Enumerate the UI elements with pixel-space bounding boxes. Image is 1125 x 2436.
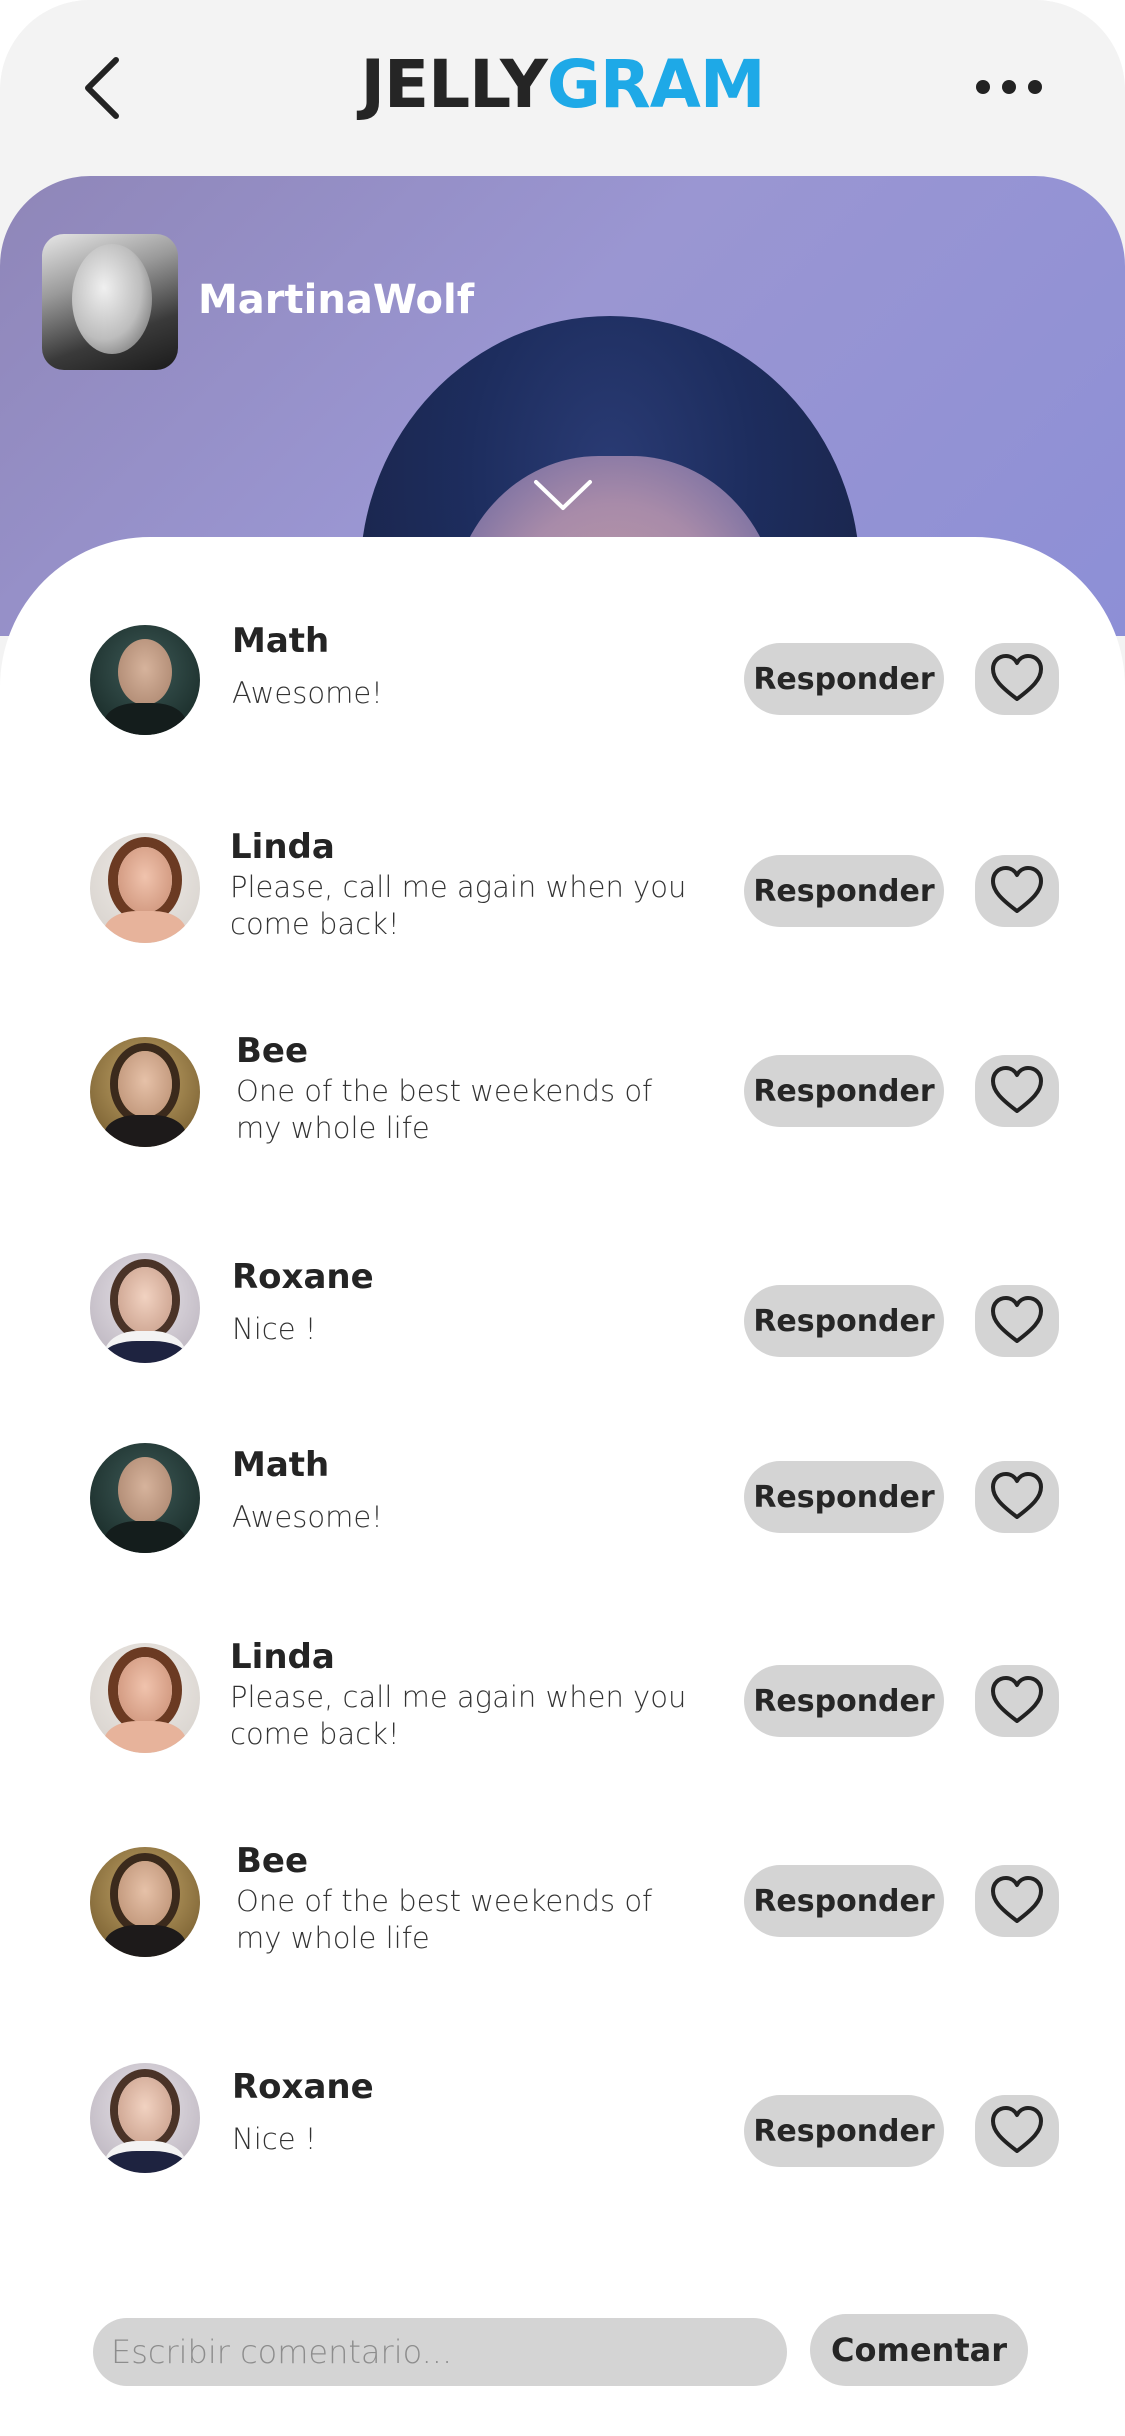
comment-item: Linda Please, call me again when you com… xyxy=(0,825,1125,975)
chevron-down-icon xyxy=(534,480,592,510)
heart-icon xyxy=(991,2106,1043,2153)
comment-item: Bee One of the best weekends of my whole… xyxy=(0,1839,1125,1989)
like-button[interactable] xyxy=(975,855,1059,927)
heart-icon xyxy=(991,866,1043,913)
commenter-avatar[interactable] xyxy=(90,1037,200,1147)
comment-text: Nice ! xyxy=(232,1312,317,1346)
comment-content: Bee One of the best weekends of my whole… xyxy=(236,1839,706,1957)
commenter-name: Linda xyxy=(230,827,335,867)
comment-content: Roxane Nice ! xyxy=(232,2065,702,2158)
commenter-name: Roxane xyxy=(232,1257,374,1297)
submit-comment-button[interactable]: Comentar xyxy=(810,2314,1028,2386)
reply-button[interactable]: Responder xyxy=(744,855,944,927)
commenter-name: Roxane xyxy=(232,2067,374,2107)
comment-text: Nice ! xyxy=(232,2122,317,2156)
collapse-button[interactable] xyxy=(532,476,594,516)
like-button[interactable] xyxy=(975,1055,1059,1127)
commenter-name: Math xyxy=(232,621,330,661)
reply-button[interactable]: Responder xyxy=(744,1285,944,1357)
heart-icon xyxy=(991,1472,1043,1519)
comment-item: Math Awesome! Responder xyxy=(0,1443,1125,1593)
commenter-avatar[interactable] xyxy=(90,1643,200,1753)
comment-text: Please, call me again when you come back… xyxy=(230,870,687,941)
comment-item: Linda Please, call me again when you com… xyxy=(0,1635,1125,1785)
reply-button[interactable]: Responder xyxy=(744,2095,944,2167)
reply-button[interactable]: Responder xyxy=(744,1665,944,1737)
commenter-avatar[interactable] xyxy=(90,1847,200,1957)
commenter-name: Math xyxy=(232,1445,330,1485)
comment-text: Awesome! xyxy=(232,676,383,710)
comment-content: Linda Please, call me again when you com… xyxy=(230,1635,700,1753)
reply-button[interactable]: Responder xyxy=(744,1461,944,1533)
like-button[interactable] xyxy=(975,1461,1059,1533)
comment-text: One of the best weekends of my whole lif… xyxy=(236,1884,653,1955)
commenter-name: Bee xyxy=(236,1031,309,1071)
screen: JELLYGRAM MartinaWolf Math Awesome! Resp… xyxy=(0,0,1125,2436)
author-avatar[interactable] xyxy=(42,234,178,370)
comment-item: Bee One of the best weekends of my whole… xyxy=(0,1029,1125,1179)
commenter-avatar[interactable] xyxy=(90,1253,200,1363)
more-options-button[interactable] xyxy=(973,70,1045,104)
like-button[interactable] xyxy=(975,1285,1059,1357)
commenter-avatar[interactable] xyxy=(90,2063,200,2173)
reply-button[interactable]: Responder xyxy=(744,1865,944,1937)
heart-icon xyxy=(991,1066,1043,1113)
comment-text: Awesome! xyxy=(232,1500,383,1534)
comments-panel: Math Awesome! Responder Linda Please, ca… xyxy=(0,537,1125,2436)
comment-composer: Comentar xyxy=(0,2310,1125,2390)
author-username[interactable]: MartinaWolf xyxy=(198,272,474,328)
like-button[interactable] xyxy=(975,1865,1059,1937)
commenter-avatar[interactable] xyxy=(90,625,200,735)
comment-item: Roxane Nice ! Responder xyxy=(0,1253,1125,1405)
heart-icon xyxy=(991,654,1043,701)
comment-content: Linda Please, call me again when you com… xyxy=(230,825,700,943)
reply-button[interactable]: Responder xyxy=(744,1055,944,1127)
app-header: JELLYGRAM xyxy=(0,0,1125,176)
more-horizontal-icon xyxy=(976,80,1042,94)
like-button[interactable] xyxy=(975,1665,1059,1737)
comment-text: One of the best weekends of my whole lif… xyxy=(236,1074,653,1145)
commenter-name: Linda xyxy=(230,1637,335,1677)
comment-item: Math Awesome! Responder xyxy=(0,619,1125,769)
comment-input[interactable] xyxy=(93,2318,787,2386)
heart-icon xyxy=(991,1676,1043,1723)
app-logo: JELLYGRAM xyxy=(0,44,1125,126)
comment-content: Roxane Nice ! xyxy=(232,1255,702,1348)
like-button[interactable] xyxy=(975,2095,1059,2167)
like-button[interactable] xyxy=(975,643,1059,715)
comment-item: Roxane Nice ! Responder xyxy=(0,2063,1125,2215)
comment-content: Math Awesome! xyxy=(232,1443,702,1536)
commenter-avatar[interactable] xyxy=(90,1443,200,1553)
commenter-avatar[interactable] xyxy=(90,833,200,943)
commenter-name: Bee xyxy=(236,1841,309,1881)
heart-icon xyxy=(991,1876,1043,1923)
logo-part-jelly: JELLY xyxy=(360,46,547,123)
logo-part-gram: GRAM xyxy=(546,46,766,123)
heart-icon xyxy=(991,1296,1043,1343)
reply-button[interactable]: Responder xyxy=(744,643,944,715)
comment-content: Bee One of the best weekends of my whole… xyxy=(236,1029,706,1147)
comment-text: Please, call me again when you come back… xyxy=(230,1680,687,1751)
comment-content: Math Awesome! xyxy=(232,619,702,712)
